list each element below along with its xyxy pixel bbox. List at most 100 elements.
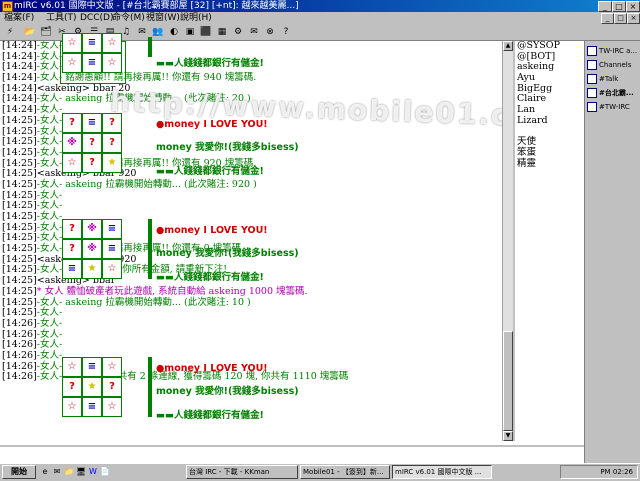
slot-cell: ? [62, 219, 82, 239]
tile-icon[interactable]: ▦ [216, 26, 228, 38]
maximize-button[interactable]: □ [612, 1, 626, 12]
timestamp: [14:26] [2, 317, 37, 329]
switch-talk-tab[interactable]: #Talk [587, 73, 640, 85]
slot-lever [148, 357, 152, 417]
timestamp: [14:25] [2, 146, 37, 158]
scroll-down-icon[interactable]: ▼ [503, 431, 513, 441]
document-icon[interactable]: 📄 [100, 467, 110, 477]
options-icon[interactable]: 📂 [24, 26, 36, 38]
menu-window[interactable]: 視窗(W) [146, 12, 180, 25]
task-kkman[interactable]: 台灣 IRC - 下載 - KKman [186, 465, 298, 479]
address-book-icon[interactable]: 👥 [152, 26, 164, 38]
chat-input[interactable] [0, 445, 584, 461]
menu-dcc[interactable]: DCC(D) [80, 12, 113, 25]
colors-icon[interactable]: ⚙ [232, 26, 244, 38]
nick-item[interactable]: 笨蛋 [515, 147, 586, 159]
nick-item[interactable]: Lizard [515, 115, 586, 127]
message-text: * 女人 體恤破產者玩此遊戲, 系統自動給 askeing 1000 塊籌碼. [36, 285, 308, 297]
timestamp: [14:25] [2, 168, 37, 180]
child-restore-button[interactable]: □ [614, 13, 627, 24]
slot-god-msg: money 我愛你!(我錢多bisess) [156, 248, 299, 259]
slot-machine-3: ? ※ ≡ ? ※ ≡ ≡ ★ ☆ ●money I LOVE YOU! mon… [60, 219, 299, 283]
channel-icon [587, 102, 597, 112]
dcc-chat-icon[interactable]: ⬛ [200, 26, 212, 38]
chat-line: [14:25]-女人- [2, 200, 500, 212]
message-icon[interactable]: ✉ [136, 26, 148, 38]
slot-lever [148, 37, 152, 57]
slot-cell: ? [82, 153, 102, 173]
ie-icon[interactable]: e [40, 467, 50, 477]
taskbar: 開始 e ✉ 📁 🖥 W 📄 台灣 IRC - 下載 - KKman Mobil… [0, 463, 640, 481]
slot-cell: ≡ [82, 33, 102, 53]
message-text: -女人- [36, 349, 63, 361]
message-text: -女人- [36, 114, 63, 126]
child-close-button[interactable]: × [627, 13, 640, 24]
slot-cell: ≡ [102, 219, 122, 239]
timestamp: [14:26] [2, 349, 37, 361]
message-text: -女人- askeing 拉霸機開始轉動... (此次賭注: 10 ) [36, 296, 251, 308]
close-button[interactable]: × [626, 1, 640, 12]
start-button[interactable]: 開始 [2, 465, 36, 479]
message-text: -女人- [36, 104, 63, 116]
slot-cell: ※ [62, 133, 82, 153]
mdi-area: [14:24]-女人- [14:24]-女人- [14:24]-女人- [14:24]… [0, 33, 586, 465]
help-icon[interactable]: ? [280, 26, 292, 38]
menu-commands[interactable]: 命令(M) [112, 12, 145, 25]
switch-label: #TW-IRC [599, 103, 630, 111]
switch-channels-tab[interactable]: Channels [587, 59, 640, 71]
menu-help[interactable]: 說明(H) [180, 12, 212, 25]
minimize-button[interactable]: _ [598, 1, 612, 12]
block-icon[interactable]: ⊗ [264, 26, 276, 38]
slot-bank-msg: ▬▬人錢錢都銀行有儲金! [156, 272, 264, 283]
mail-icon[interactable]: ✉ [248, 26, 260, 38]
switchbar: TW-IRC a... Channels #Talk #台北霸... #TW-I… [584, 41, 640, 465]
task-mobile01[interactable]: Mobile01 - 【簽到】新... [300, 465, 390, 479]
slot-cell: ★ [82, 377, 102, 397]
mirc-app-icon[interactable]: m [2, 1, 13, 12]
slot-cell: ≡ [62, 259, 82, 279]
timestamp: [14:25] [2, 307, 37, 319]
outlook-icon[interactable]: ✉ [52, 467, 62, 477]
nick-item[interactable]: 精靈 [515, 158, 586, 170]
slot-cell: ★ [82, 259, 102, 279]
slot-cell: ≡ [102, 239, 122, 259]
switch-label: #Talk [599, 75, 619, 83]
menu-file[interactable]: 檔案(F) [4, 12, 34, 25]
explorer-icon[interactable]: 📁 [64, 467, 74, 477]
timestamp: [14:25] [2, 136, 37, 148]
message-text: -女人- [36, 307, 63, 319]
slot-cell: ※ [82, 239, 102, 259]
word-icon[interactable]: W [88, 467, 98, 477]
desktop-icon[interactable]: 🖥 [76, 467, 86, 477]
task-mirc[interactable]: mIRC v6.01 國際中文版 ... [392, 465, 492, 479]
slot-bank-msg: ▬▬人錢錢都銀行有儲金! [156, 58, 264, 69]
window-title: mIRC v6.01 國際中文版 - [#台北霸賽部屋 [32] [+nt]: … [14, 1, 299, 11]
switch-taipei-tab[interactable]: #台北霸... [587, 87, 640, 99]
menu-tools[interactable]: 工具(T) [46, 12, 77, 25]
slot-cell: ≡ [82, 397, 102, 417]
slot-cell: ☆ [102, 397, 122, 417]
notify-icon[interactable]: ◐ [168, 26, 180, 38]
scroll-thumb[interactable] [503, 331, 513, 431]
timestamp: [14:25] [2, 211, 37, 222]
scroll-up-icon[interactable]: ▲ [503, 41, 513, 51]
slot-cell: ★ [102, 153, 122, 173]
switch-server-tab[interactable]: TW-IRC a... [587, 45, 640, 57]
switch-label: Channels [599, 61, 632, 69]
slot-cell: ☆ [62, 153, 82, 173]
switch-twirc-tab[interactable]: #TW-IRC [587, 101, 640, 113]
message-text: -女人- [36, 136, 63, 148]
chat-scrollbar[interactable]: ▲ ▼ [502, 41, 513, 441]
nick-list[interactable]: @SYSOP @[BOT] askeing Ayu BigEgg Claire Lan Liz… [513, 40, 586, 441]
message-text: -女人- [36, 317, 63, 329]
slot-cell: ※ [82, 219, 102, 239]
child-minimize-button[interactable]: _ [601, 13, 614, 24]
dcc-send-icon[interactable]: ▣ [184, 26, 196, 38]
chat-line: [14:26]-女人- [2, 329, 500, 341]
server-icon [587, 46, 597, 56]
message-text: -女人- [36, 189, 63, 201]
favorites-icon[interactable]: 🗂 [40, 26, 52, 38]
connect-icon[interactable]: ⚡ [4, 26, 16, 38]
channel-icon [587, 74, 597, 84]
slot-machine-2: ? ≡ ? ※ ? ? ☆ ? ★ ●money I LOVE YOU! mon… [60, 113, 299, 177]
